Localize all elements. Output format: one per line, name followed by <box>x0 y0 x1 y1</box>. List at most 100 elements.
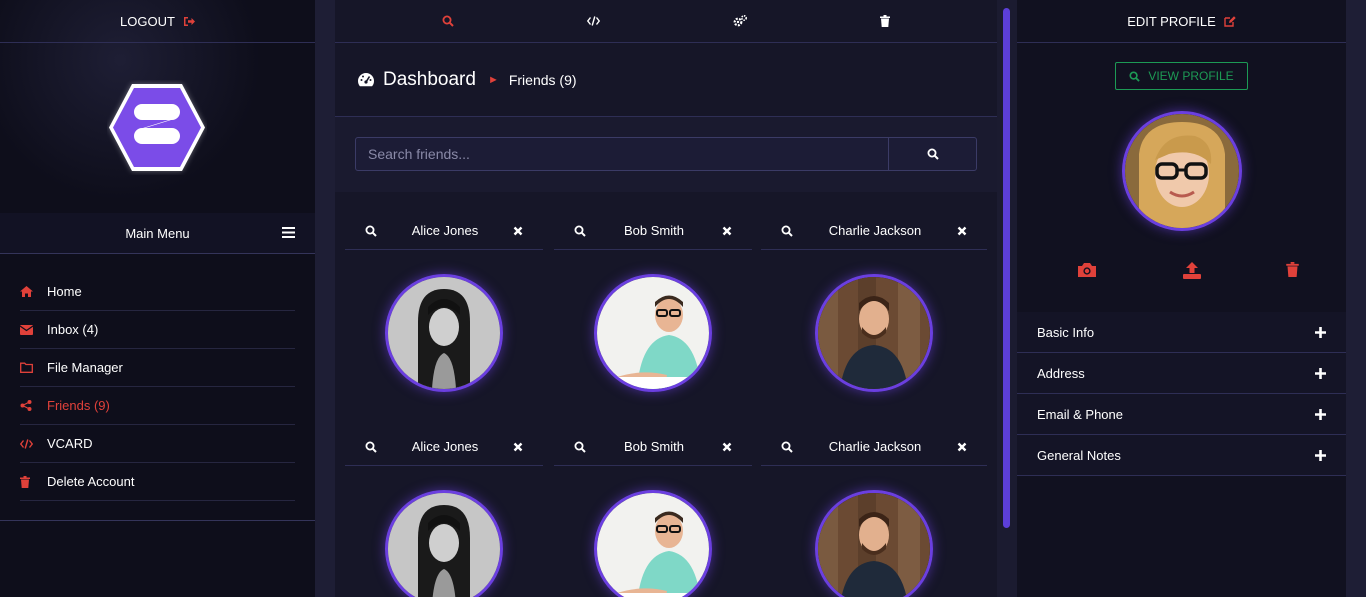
envelope-icon <box>20 324 47 335</box>
plus-icon[interactable] <box>1315 326 1326 338</box>
search-icon[interactable] <box>781 441 793 453</box>
friend-card-header: Bob Smith <box>554 428 752 466</box>
avatar[interactable] <box>594 490 712 597</box>
profile-avatar[interactable] <box>1122 111 1242 231</box>
search-button[interactable] <box>888 137 977 171</box>
section-email-phone[interactable]: Email & Phone <box>1017 394 1346 435</box>
section-general-notes[interactable]: General Notes <box>1017 435 1346 476</box>
logout-button[interactable]: LOGOUT <box>0 0 315 43</box>
hamburger-icon[interactable] <box>282 227 295 238</box>
sidebar-item-friends[interactable]: Friends (9) <box>20 387 295 425</box>
edit-profile-label: EDIT PROFILE <box>1127 13 1216 29</box>
search-input[interactable] <box>355 137 889 171</box>
friend-card-header: Charlie Jackson <box>761 212 987 250</box>
search-icon[interactable] <box>781 225 793 237</box>
left-sidebar: LOGOUT Main Menu Home Inbox (4) File Man… <box>0 0 315 597</box>
friend-name[interactable]: Bob Smith <box>624 439 684 454</box>
sidebar-item-label: Inbox (4) <box>47 322 99 337</box>
friend-name[interactable]: Alice Jones <box>412 439 478 454</box>
search-icon[interactable] <box>574 225 586 237</box>
sidebar-item-file-manager[interactable]: File Manager <box>20 349 295 387</box>
sign-out-icon <box>183 16 195 27</box>
plus-icon[interactable] <box>1315 367 1326 379</box>
section-label: Basic Info <box>1037 324 1095 340</box>
avatar[interactable] <box>815 274 933 392</box>
friend-card: Alice Jones <box>345 212 543 392</box>
friend-card: Alice Jones <box>345 428 543 597</box>
camera-icon[interactable] <box>1077 262 1097 279</box>
search-bar <box>335 117 997 192</box>
trash-icon[interactable] <box>1286 262 1299 279</box>
trash-icon[interactable] <box>880 15 891 27</box>
close-icon[interactable] <box>722 442 732 452</box>
main-content: Dashboard ► Friends (9) Alice Jones Bob … <box>335 0 997 597</box>
search-icon[interactable] <box>442 15 454 27</box>
scrollbar-thumb[interactable] <box>1003 8 1010 528</box>
avatar[interactable] <box>385 490 503 597</box>
friend-card: Bob Smith <box>554 428 752 597</box>
content-toolbar <box>335 0 997 43</box>
avatar[interactable] <box>815 490 933 597</box>
close-icon[interactable] <box>722 226 732 236</box>
section-basic-info[interactable]: Basic Info <box>1017 312 1346 353</box>
gutter <box>315 0 335 597</box>
friend-card: Bob Smith <box>554 212 752 392</box>
friend-card: Charlie Jackson <box>761 212 987 392</box>
avatar[interactable] <box>385 274 503 392</box>
friend-name[interactable]: Bob Smith <box>624 223 684 238</box>
edit-icon <box>1224 15 1236 27</box>
search-icon <box>1129 70 1141 82</box>
breadcrumb: Dashboard ► Friends (9) <box>335 43 997 117</box>
sidebar-item-label: Delete Account <box>47 474 135 489</box>
close-icon[interactable] <box>957 226 967 236</box>
sidebar-item-vcard[interactable]: VCARD <box>20 425 295 463</box>
plus-icon[interactable] <box>1315 408 1326 420</box>
edit-profile-button[interactable]: EDIT PROFILE <box>1017 0 1346 43</box>
sidebar-item-delete-account[interactable]: Delete Account <box>20 463 295 501</box>
upload-icon[interactable] <box>1182 262 1201 279</box>
sidebar-item-label: File Manager <box>47 360 123 375</box>
friend-name[interactable]: Alice Jones <box>412 223 478 238</box>
gutter <box>1346 0 1366 597</box>
search-icon[interactable] <box>365 225 377 237</box>
friend-card-header: Bob Smith <box>554 212 752 250</box>
close-icon[interactable] <box>513 226 523 236</box>
share-icon <box>20 400 47 411</box>
plus-icon[interactable] <box>1315 449 1326 461</box>
sidebar-item-label: Home <box>47 284 82 299</box>
friend-card: Charlie Jackson <box>761 428 987 597</box>
friend-name[interactable]: Charlie Jackson <box>829 439 922 454</box>
sidebar-item-home[interactable]: Home <box>20 273 295 311</box>
caret-right-icon: ► <box>487 73 499 86</box>
close-icon[interactable] <box>957 442 967 452</box>
gears-icon[interactable] <box>733 15 748 27</box>
close-icon[interactable] <box>513 442 523 452</box>
section-label: Email & Phone <box>1037 406 1123 422</box>
sidebar-item-inbox[interactable]: Inbox (4) <box>20 311 295 349</box>
code-icon <box>20 438 47 449</box>
sidebar-nav: Home Inbox (4) File Manager Friends (9) … <box>20 273 295 501</box>
search-icon[interactable] <box>574 441 586 453</box>
profile-sections: Basic Info Address Email & Phone General… <box>1017 312 1346 476</box>
page-title[interactable]: Dashboard <box>383 69 476 91</box>
friend-card-header: Charlie Jackson <box>761 428 987 466</box>
avatar[interactable] <box>594 274 712 392</box>
view-profile-button[interactable]: VIEW PROFILE <box>1115 62 1248 90</box>
friend-card-header: Alice Jones <box>345 212 543 250</box>
scrollbar[interactable] <box>997 0 1017 597</box>
section-address[interactable]: Address <box>1017 353 1346 394</box>
divider <box>0 520 315 521</box>
main-menu-header[interactable]: Main Menu <box>0 213 315 254</box>
section-label: Address <box>1037 365 1085 381</box>
trash-icon <box>20 475 47 488</box>
friend-name[interactable]: Charlie Jackson <box>829 223 922 238</box>
logout-label: LOGOUT <box>120 13 175 29</box>
search-icon[interactable] <box>365 441 377 453</box>
search-icon <box>927 148 939 160</box>
code-icon[interactable] <box>586 16 600 26</box>
photo-actions <box>1077 262 1299 279</box>
section-label: General Notes <box>1037 447 1121 463</box>
dashboard-icon <box>357 72 375 87</box>
friend-card-header: Alice Jones <box>345 428 543 466</box>
profile-panel: EDIT PROFILE VIEW PROFILE Basic Info Add… <box>1017 0 1346 597</box>
